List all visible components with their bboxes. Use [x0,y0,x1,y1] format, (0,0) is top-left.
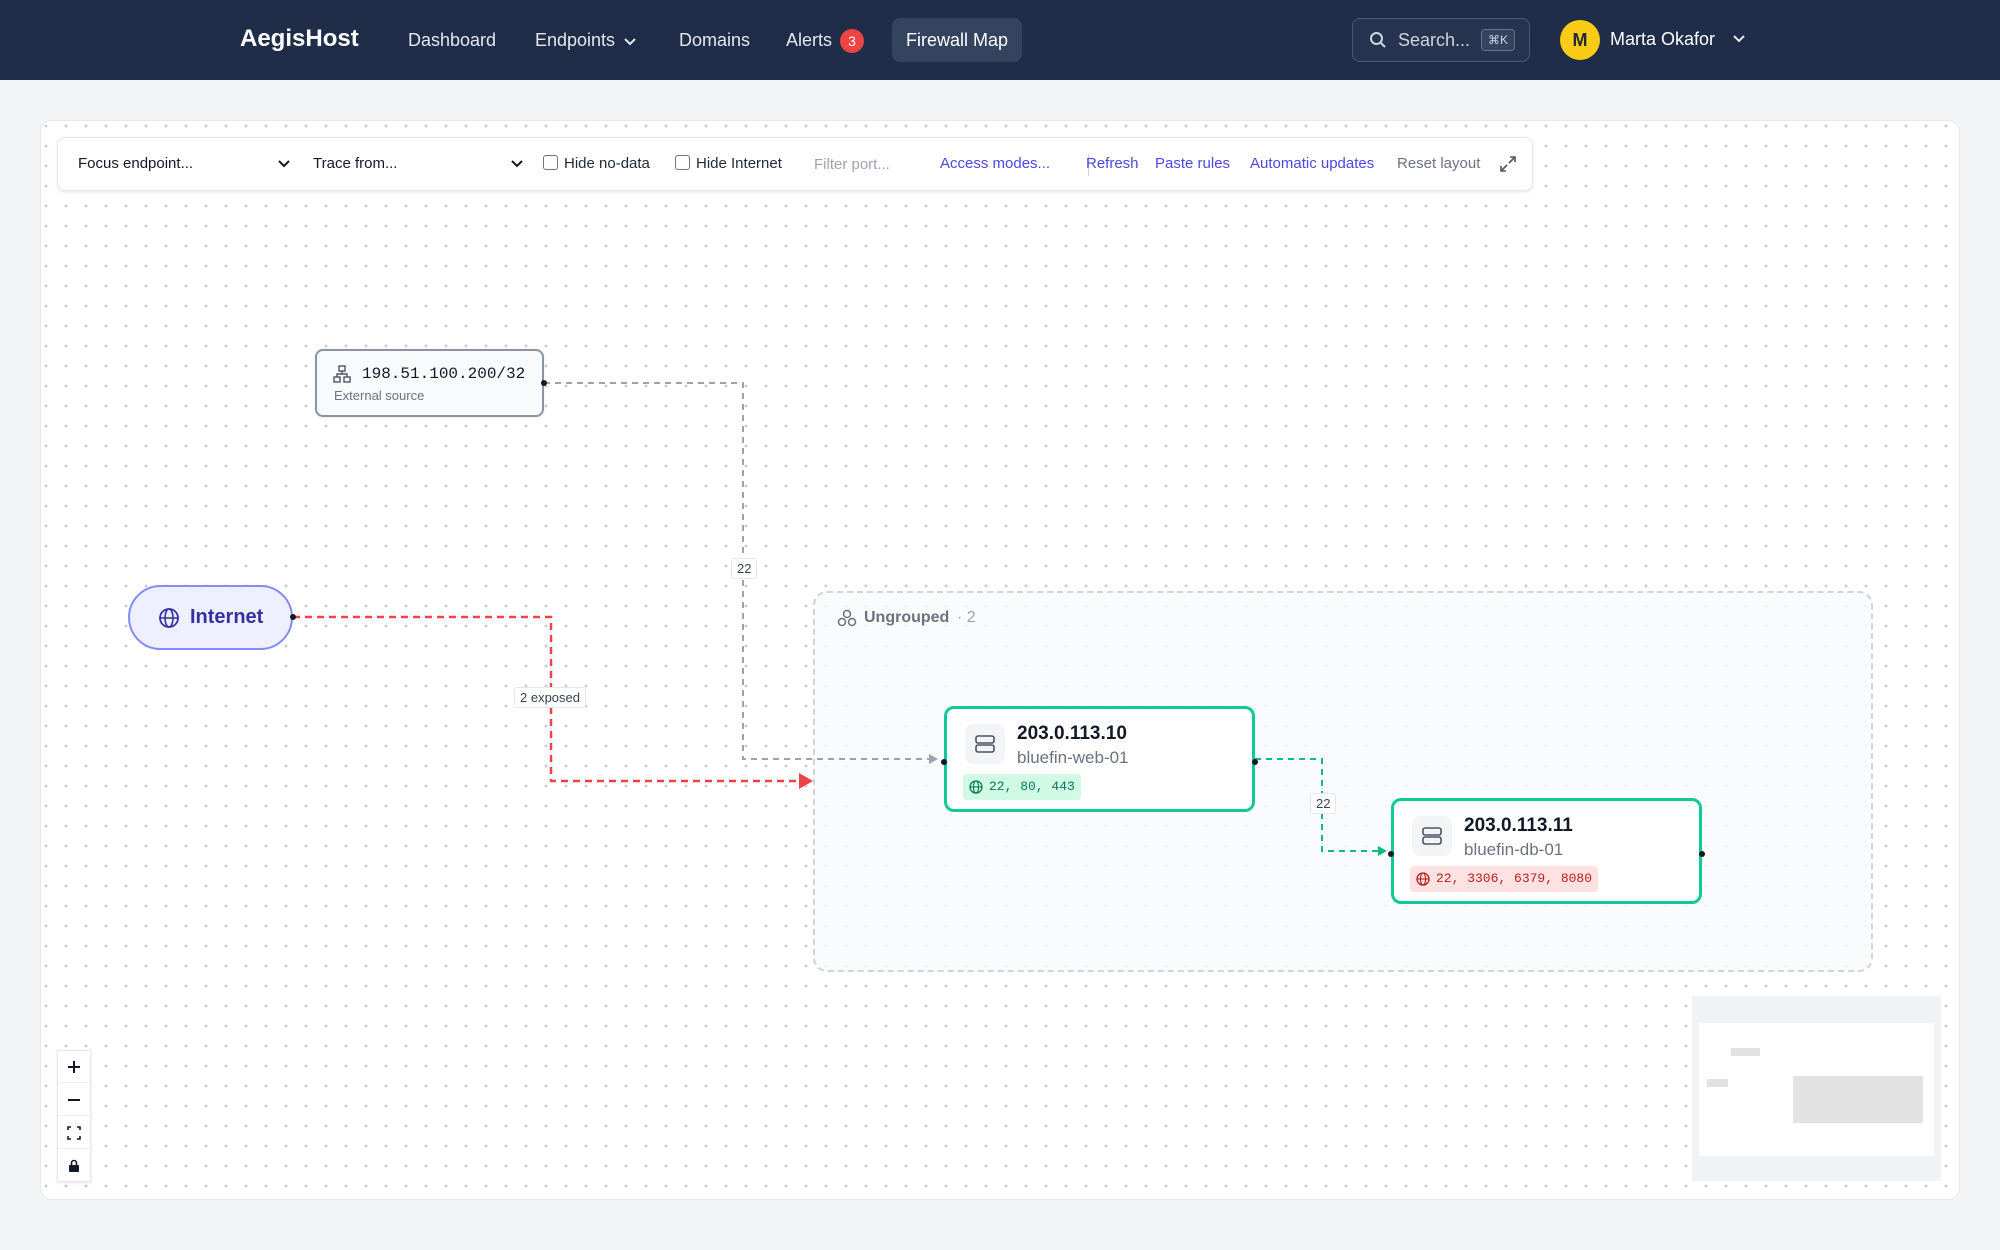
network-icon [333,365,351,383]
nav-alerts[interactable]: Alerts 3 [772,18,878,62]
minimap-node [1793,1076,1923,1123]
globe-icon [1416,872,1430,886]
node-handle[interactable] [1252,759,1258,765]
endpoint-ip: 203.0.113.11 [1464,815,1573,836]
zoom-in-button[interactable] [58,1051,90,1083]
node-handle[interactable] [541,380,547,386]
node-handle[interactable] [941,759,947,765]
nav-endpoints[interactable]: Endpoints [521,18,651,62]
fit-view-icon [67,1126,81,1140]
chevron-down-icon [624,38,636,46]
open-ports-badge: 22, 80, 443 [963,774,1081,800]
nav-dashboard[interactable]: Dashboard [394,18,510,62]
external-source-node[interactable]: 198.51.100.200/32 External source [315,349,547,417]
endpoint-icon-box [965,724,1005,764]
server-icon [975,735,995,753]
nav-domains[interactable]: Domains [665,18,764,62]
edge-label-external: 22 [731,558,758,579]
nav-firewall-map-label: Firewall Map [906,30,1009,50]
alerts-count-badge: 3 [840,29,865,54]
edge-label-web-db: 22 [1310,793,1337,814]
endpoint-hostname: bluefin-web-01 [1017,748,1129,767]
edge-arrow-external [929,754,938,764]
globe-icon [969,780,983,794]
edge-arrow-db [1378,846,1387,856]
node-handle[interactable] [1699,851,1705,857]
search-placeholder: Search... [1398,30,1471,50]
external-source-label: External source [334,388,425,403]
minus-icon [68,1099,80,1101]
top-nav: AegisHost Dashboard Endpoints Domains Al… [0,0,2000,80]
minimap[interactable] [1692,996,1941,1181]
firewall-map-canvas[interactable]: Focus endpoint... Trace from... Hide no-… [40,120,1960,1200]
open-ports-value: 22, 80, 443 [989,779,1075,794]
zoom-out-button[interactable] [58,1084,90,1116]
user-name[interactable]: Marta Okafor [1610,29,1715,50]
nav-endpoints-label: Endpoints [535,30,616,50]
nav-dashboard-label: Dashboard [408,30,497,50]
endpoint-ip: 203.0.113.10 [1017,723,1127,744]
search-button[interactable]: Search... ⌘K [1352,18,1530,62]
nav-firewall-map[interactable]: Firewall Map [892,18,1023,62]
endpoint-node-web[interactable]: 203.0.113.10 bluefin-web-01 22, 80, 443 [941,706,1258,812]
minimap-node [1707,1079,1728,1087]
lock-icon [69,1159,79,1172]
nav-alerts-label: Alerts [786,30,833,50]
node-handle[interactable] [290,614,296,620]
globe-icon [159,608,179,628]
user-menu-chevron-icon[interactable] [1732,33,1746,43]
search-shortcut: ⌘K [1481,29,1516,51]
avatar[interactable]: M [1560,20,1600,60]
internet-label: Internet [190,606,264,628]
search-icon [1370,32,1386,48]
endpoint-icon-box [1412,816,1452,856]
internet-node[interactable]: Internet [128,585,296,650]
exposed-ports-value: 22, 3306, 6379, 8080 [1436,871,1593,886]
edge-arrow-internet [799,773,813,789]
brand-logo[interactable]: AegisHost [240,25,359,53]
exposed-ports-badge: 22, 3306, 6379, 8080 [1410,866,1599,892]
zoom-controls [57,1050,91,1182]
edges-layer [293,382,1387,856]
nav-domains-label: Domains [679,30,751,50]
external-source-ip: 198.51.100.200/32 [362,365,526,383]
plus-icon [68,1061,80,1073]
minimap-node [1731,1048,1760,1056]
fit-view-button[interactable] [58,1117,90,1149]
node-handle[interactable] [1388,851,1394,857]
lock-button[interactable] [58,1150,90,1182]
server-icon [1422,827,1442,845]
endpoint-node-db[interactable]: 203.0.113.11 bluefin-db-01 22, 3306, 637… [1388,798,1705,904]
edge-label-internet: 2 exposed [514,687,586,708]
endpoint-hostname: bluefin-db-01 [1464,840,1564,859]
